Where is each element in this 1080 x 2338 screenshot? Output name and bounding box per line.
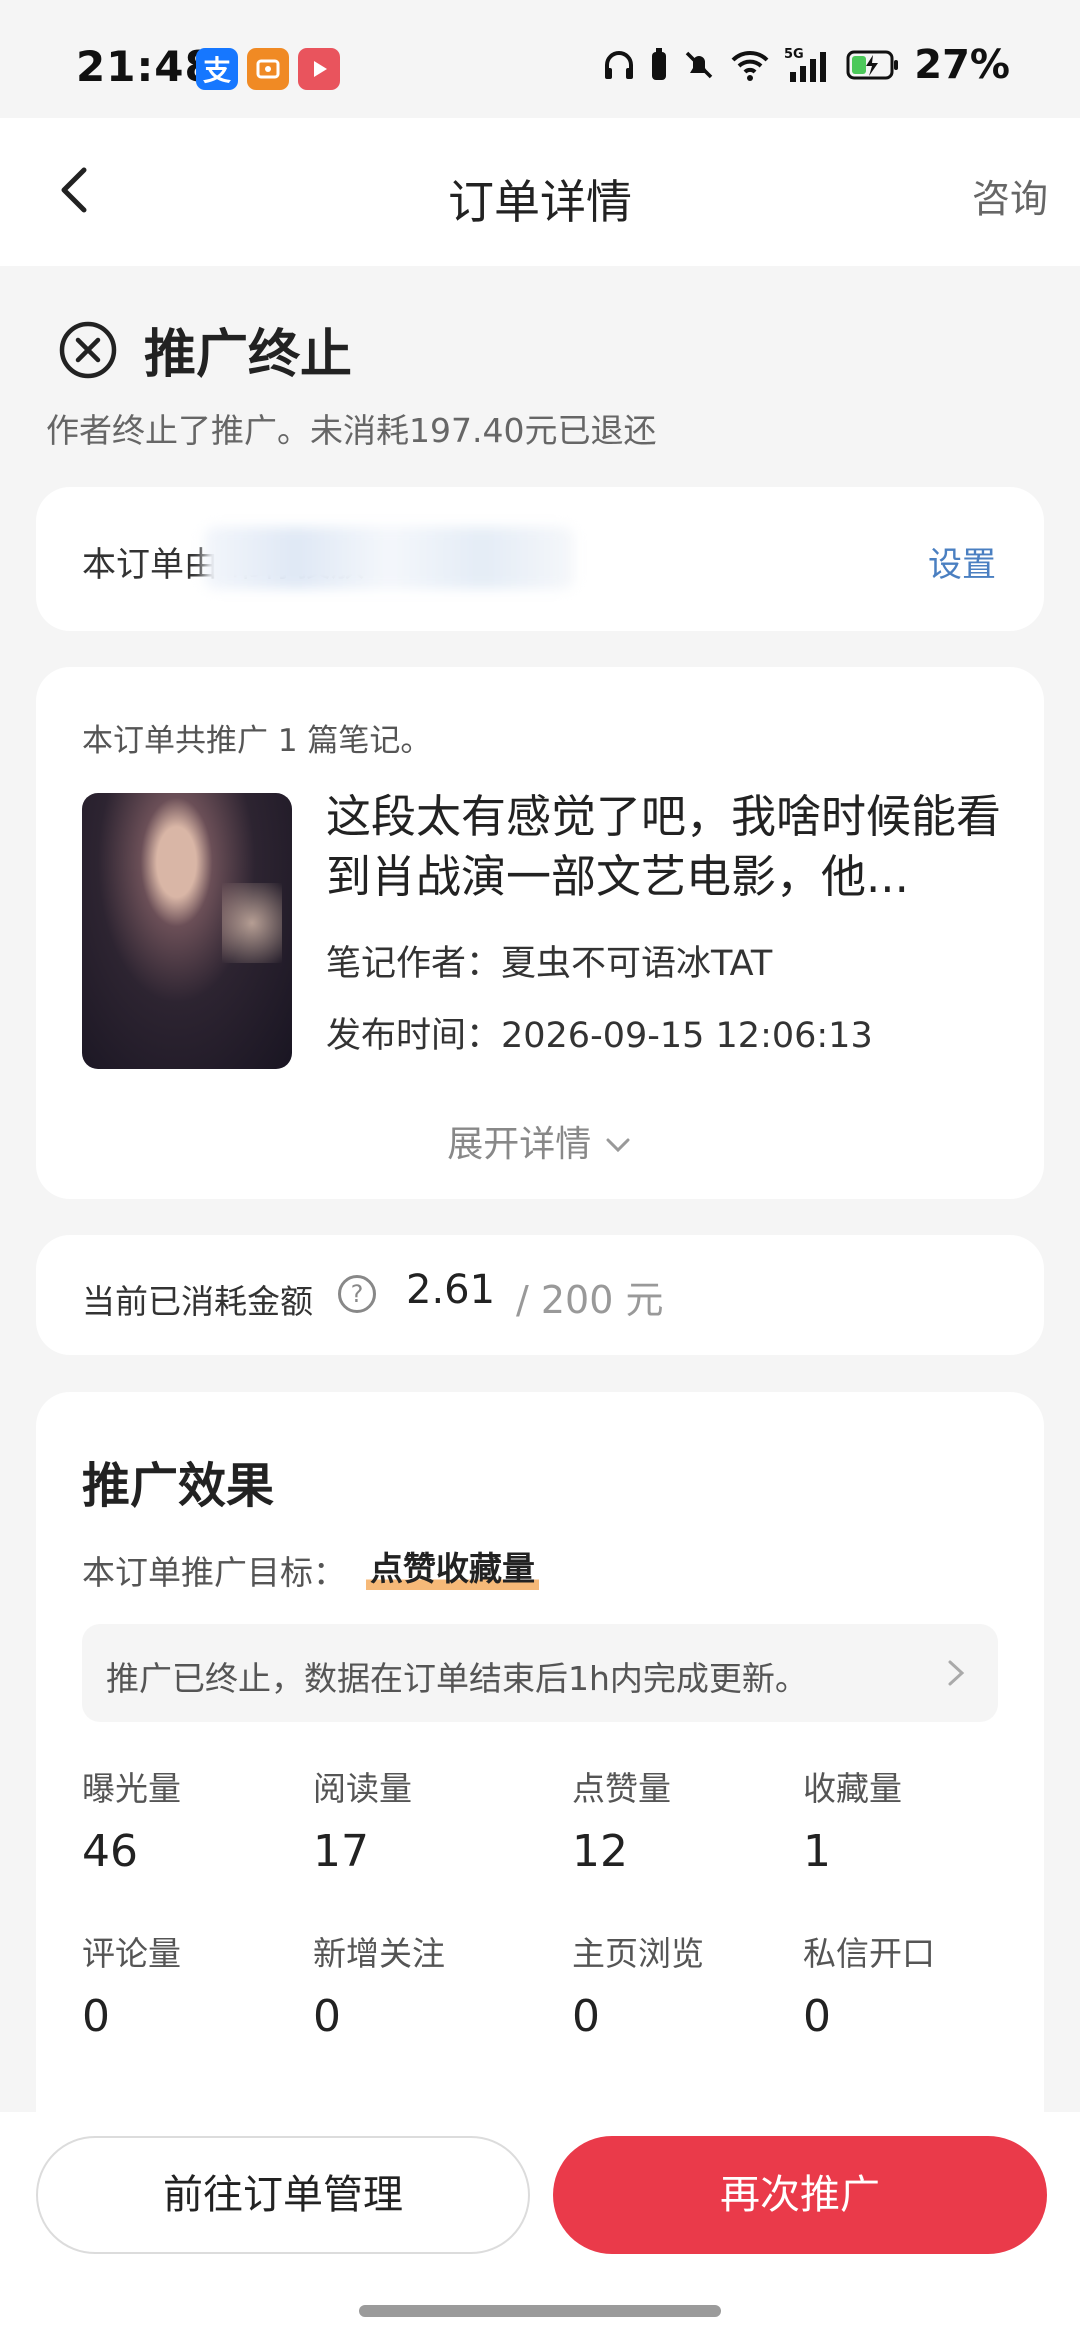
notification-app-icon [247,48,289,90]
note-title[interactable]: 这段太有感觉了吧，我啥时候能看到肖战演一部文艺电影，他... [326,787,1016,907]
stats-grid: 曝光量 46 阅读量 17 点赞量 12 收藏量 1 评论量 0 新增关注 0 主页浏览 0 … [82,1762,1022,2042]
goal-value: 点赞收藏量 [366,1542,539,1590]
chevron-down-icon [606,1138,630,1153]
nav-bar: 订单详情 咨询 [0,118,1080,266]
note-thumbnail[interactable] [82,793,292,1069]
status-header: 推广终止 [58,312,352,387]
expand-label: 展开详情 [447,1124,592,1165]
wifi-icon [731,50,769,81]
mute-bell-icon [686,51,713,79]
stat-value: 46 [82,1826,138,1877]
effect-title: 推广效果 [82,1458,275,1514]
battery-percent: 27% [914,42,1010,88]
headphones-icon [605,51,634,79]
stat-label: 阅读量 [313,1769,412,1808]
note-card: 本订单共推广 1 篇笔记。 这段太有感觉了吧，我啥时候能看到肖战演一部文艺电影，… [36,667,1044,1199]
stat-comments: 评论量 0 [82,1927,313,2042]
goal-label: 本订单推广目标： [82,1553,346,1592]
data-update-notice[interactable]: 推广已终止，数据在订单结束后1h内完成更新。 [82,1624,998,1722]
consult-button[interactable]: 咨询 [972,168,1048,223]
effect-card: 推广效果 本订单推广目标： 点赞收藏量 推广已终止，数据在订单结束后1h内完成更… [36,1392,1044,2112]
stat-label: 私信开口 [803,1934,935,1973]
home-indicator[interactable] [359,2305,721,2317]
stat-value: 0 [313,1991,341,2042]
stat-likes: 点赞量 12 [572,1762,803,1877]
battery-icon [846,50,899,80]
settings-link[interactable]: 设置 [928,537,996,586]
stat-profile-views: 主页浏览 0 [572,1927,803,2042]
svg-text:5G: 5G [784,47,804,62]
stat-value: 17 [313,1826,369,1877]
stat-label: 曝光量 [82,1769,181,1808]
spend-total: / 200 元 [516,1278,664,1322]
note-author: 笔记作者：夏虫不可语冰TAT [326,944,773,984]
spend-value: 2.61 [406,1267,496,1313]
delegate-card: 本订单由 帮你投放 设置 [36,487,1044,631]
stat-label: 新增关注 [313,1934,445,1973]
promote-again-button[interactable]: 再次推广 [553,2136,1047,2254]
stat-new-follows: 新增关注 0 [313,1927,572,2042]
blurred-name [204,527,574,589]
spend-label: 当前已消耗金额 [82,1282,313,1321]
spend-card: 当前已消耗金额 ? 2.61 / 200 元 [36,1235,1044,1355]
bottom-action-bar: 前往订单管理 再次推广 [0,2112,1080,2338]
status-icons: 5G 27% [602,42,1010,88]
stat-label: 主页浏览 [572,1934,704,1973]
note-publish-time: 发布时间：2026-09-15 12:06:13 [326,1016,873,1056]
signal-5g-icon: 5G [784,47,827,82]
stat-value: 0 [803,1991,831,2042]
note-count: 本订单共推广 1 篇笔记。 [82,723,432,759]
status-subtitle: 作者终止了推广。未消耗197.40元已退还 [46,411,657,450]
chevron-right-icon [948,1660,965,1686]
stat-label: 收藏量 [803,1769,902,1808]
status-time: 21:48 [76,42,215,91]
stat-label: 点赞量 [572,1769,671,1808]
close-circle-icon [59,321,117,378]
alipay-icon: 支 [196,48,238,90]
stat-collects: 收藏量 1 [803,1762,1022,1877]
stat-value: 0 [572,1991,600,2042]
notice-text: 推广已终止，数据在订单结束后1h内完成更新。 [106,1659,808,1698]
stat-label: 评论量 [82,1934,181,1973]
video-app-icon [298,48,340,90]
status-title: 推广终止 [144,325,353,385]
status-bar: 21:48 支 5G 27% [0,0,1080,118]
stat-impressions: 曝光量 46 [82,1762,313,1877]
stat-value: 0 [82,1991,110,2042]
help-icon[interactable]: ? [338,1275,376,1313]
order-management-button[interactable]: 前往订单管理 [36,2136,530,2254]
stat-reads: 阅读量 17 [313,1762,572,1877]
page-title: 订单详情 [448,175,632,229]
expand-details-button[interactable]: 展开详情 [36,1115,1044,1167]
earbud-battery-icon [652,48,667,80]
stat-value: 12 [572,1826,628,1877]
stat-dm-opens: 私信开口 0 [803,1927,1022,2042]
stat-value: 1 [803,1826,831,1877]
